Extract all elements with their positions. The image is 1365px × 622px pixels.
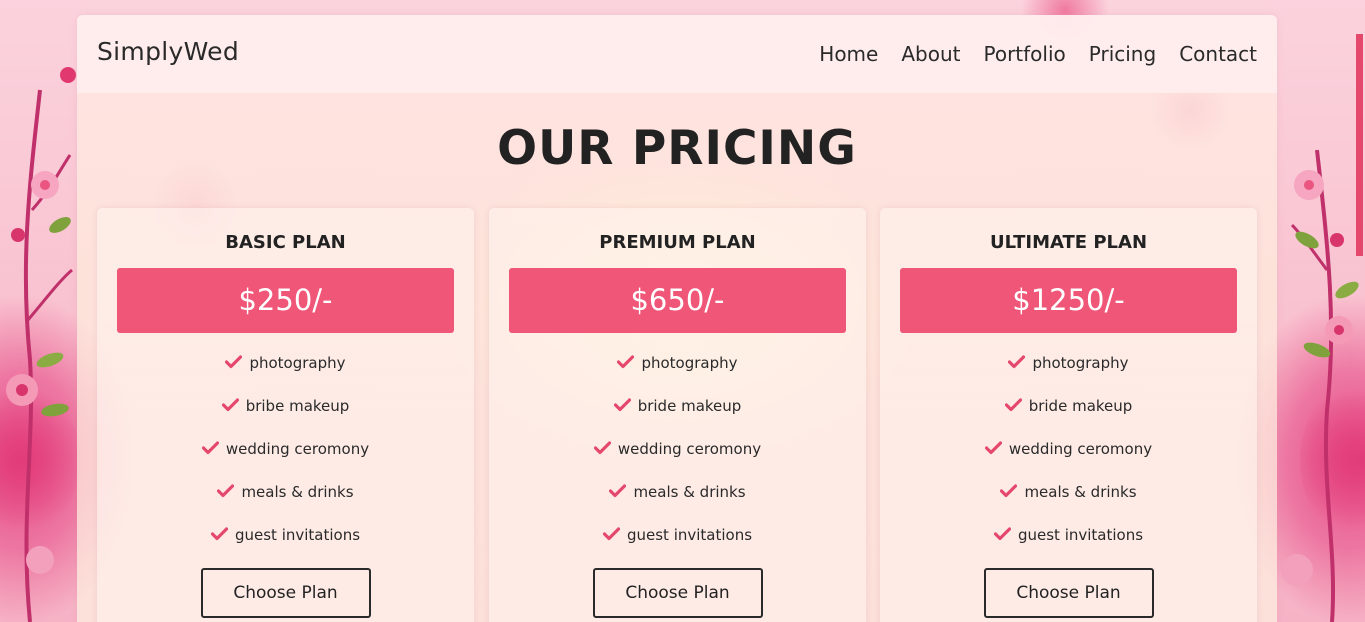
plan-title: PREMIUM PLAN xyxy=(599,232,756,253)
choose-plan-button-premium[interactable]: Choose Plan xyxy=(592,568,763,618)
background-blossom xyxy=(0,380,80,540)
plan-price: $1250/- xyxy=(900,268,1237,333)
feature-label: guest invitations xyxy=(626,526,753,544)
background-blossom xyxy=(1300,380,1365,540)
feature-item: meals & drinks xyxy=(489,483,866,526)
check-icon xyxy=(201,441,219,455)
feature-label: bride makeup xyxy=(637,397,742,415)
feature-item: wedding ceromony xyxy=(880,440,1257,483)
nav-link-home[interactable]: Home xyxy=(819,42,878,66)
check-icon xyxy=(617,355,635,369)
nav-link-pricing[interactable]: Pricing xyxy=(1089,42,1156,66)
check-icon xyxy=(593,441,611,455)
feature-item: wedding ceromony xyxy=(489,440,866,483)
check-icon xyxy=(217,484,235,498)
check-icon xyxy=(609,484,627,498)
feature-list: photography bride makeup wedding ceromon… xyxy=(489,354,866,569)
feature-label: photography xyxy=(1032,354,1129,372)
feature-label: photography xyxy=(249,354,346,372)
main-panel: SimplyWed Home About Portfolio Pricing C… xyxy=(77,15,1277,622)
side-accent-stripe xyxy=(1356,34,1363,256)
choose-plan-button-basic[interactable]: Choose Plan xyxy=(200,568,371,618)
feature-label: wedding ceromony xyxy=(617,440,762,458)
feature-item: photography xyxy=(489,354,866,397)
plan-title: BASIC PLAN xyxy=(225,232,346,253)
check-icon xyxy=(613,398,631,412)
check-icon xyxy=(221,398,239,412)
feature-item: bride makeup xyxy=(880,397,1257,440)
check-icon xyxy=(1008,355,1026,369)
feature-item: guest invitations xyxy=(880,526,1257,569)
feature-label: guest invitations xyxy=(1017,526,1144,544)
brand-logo[interactable]: SimplyWed xyxy=(97,37,239,66)
feature-item: guest invitations xyxy=(489,526,866,569)
plan-title: ULTIMATE PLAN xyxy=(989,232,1148,253)
feature-label: bride makeup xyxy=(1028,397,1133,415)
check-icon xyxy=(210,527,228,541)
feature-item: bride makeup xyxy=(489,397,866,440)
check-icon xyxy=(1004,398,1022,412)
feature-label: wedding ceromony xyxy=(1008,440,1153,458)
feature-item: bribe makeup xyxy=(97,397,474,440)
feature-list: photography bribe makeup wedding ceromon… xyxy=(97,354,474,569)
nav-link-about[interactable]: About xyxy=(901,42,960,66)
choose-plan-button-ultimate[interactable]: Choose Plan xyxy=(983,568,1154,618)
feature-label: meals & drinks xyxy=(1024,483,1137,501)
cherry-blossom-icon xyxy=(1281,150,1359,622)
page-title: OUR PRICING xyxy=(497,121,857,176)
feature-label: guest invitations xyxy=(234,526,361,544)
check-icon xyxy=(1000,484,1018,498)
pricing-card-ultimate: ULTIMATE PLAN $1250/- photography bride … xyxy=(880,208,1257,622)
feature-item: meals & drinks xyxy=(880,483,1257,526)
feature-label: wedding ceromony xyxy=(225,440,370,458)
feature-item: photography xyxy=(880,354,1257,397)
pricing-card-basic: BASIC PLAN $250/- photography bribe make… xyxy=(97,208,474,622)
feature-list: photography bride makeup wedding ceromon… xyxy=(880,354,1257,569)
nav-menu: Home About Portfolio Pricing Contact xyxy=(819,42,1257,66)
nav-link-portfolio[interactable]: Portfolio xyxy=(983,42,1065,66)
check-icon xyxy=(602,527,620,541)
check-icon xyxy=(984,441,1002,455)
cherry-blossom-icon xyxy=(6,67,76,622)
feature-item: guest invitations xyxy=(97,526,474,569)
check-icon xyxy=(225,355,243,369)
feature-item: photography xyxy=(97,354,474,397)
plan-price: $650/- xyxy=(509,268,846,333)
navbar: SimplyWed Home About Portfolio Pricing C… xyxy=(77,15,1277,93)
feature-item: wedding ceromony xyxy=(97,440,474,483)
pricing-card-premium: PREMIUM PLAN $650/- photography bride ma… xyxy=(489,208,866,622)
feature-item: meals & drinks xyxy=(97,483,474,526)
feature-label: meals & drinks xyxy=(633,483,746,501)
nav-link-contact[interactable]: Contact xyxy=(1179,42,1257,66)
feature-label: photography xyxy=(641,354,738,372)
feature-label: bribe makeup xyxy=(245,397,350,415)
feature-label: meals & drinks xyxy=(241,483,354,501)
plan-price: $250/- xyxy=(117,268,454,333)
check-icon xyxy=(993,527,1011,541)
